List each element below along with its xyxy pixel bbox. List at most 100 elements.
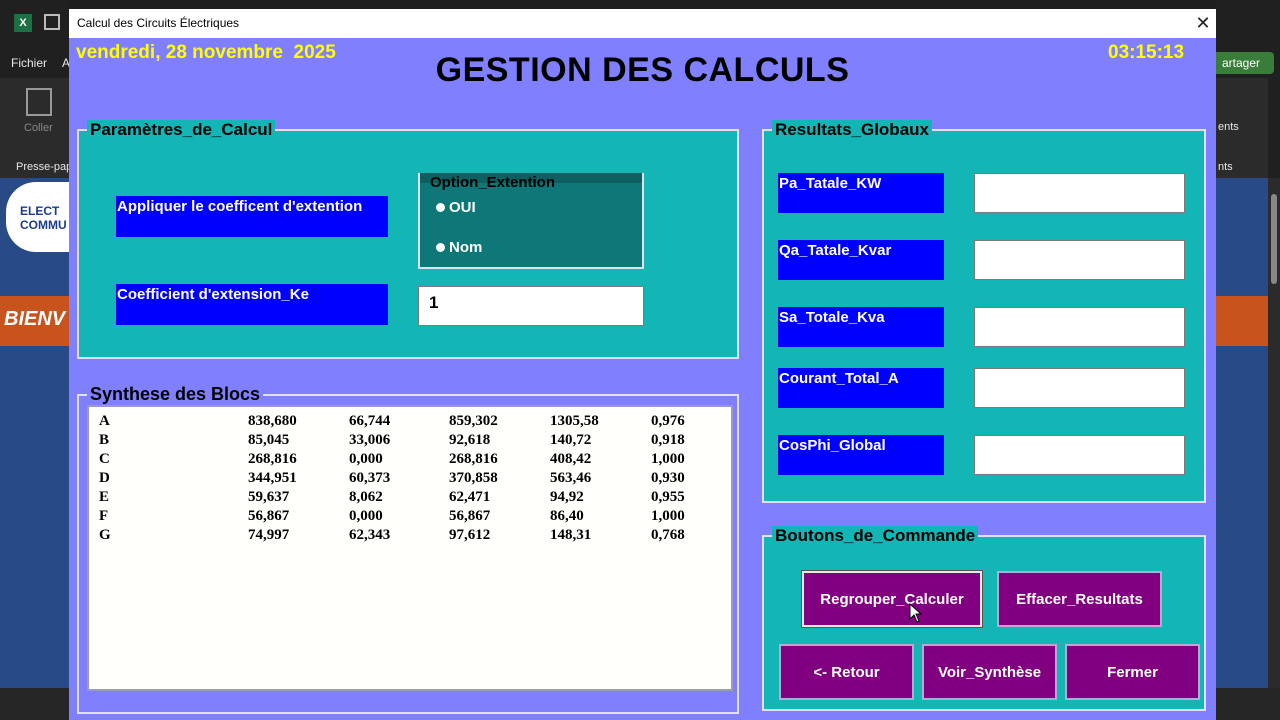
result-label: Sa_Totale_Kva bbox=[778, 307, 944, 347]
logo-text-2: COMMU bbox=[20, 218, 67, 232]
paste-icon[interactable] bbox=[26, 88, 52, 116]
boutons-frame-title: Boutons_de_Commande bbox=[772, 526, 979, 546]
radio-icon bbox=[436, 203, 445, 212]
bloc-value-cell: 0,000 bbox=[349, 508, 383, 524]
bloc-value-cell: 370,858 bbox=[449, 470, 498, 486]
bloc-name-cell: A bbox=[99, 413, 110, 429]
synthese-listbox[interactable]: A 838,680 66,744 859,302 1305,58 0,976 B 85,045… bbox=[87, 405, 733, 691]
excel-app-icon: X bbox=[14, 14, 32, 32]
bloc-value-cell: 148,31 bbox=[550, 527, 592, 543]
bloc-value-cell: 56,867 bbox=[449, 508, 491, 524]
bloc-value-cell: 859,302 bbox=[449, 413, 498, 429]
excel-banner: BIENV bbox=[0, 296, 69, 346]
retour-button[interactable]: <- Retour bbox=[779, 644, 914, 700]
synthese-row[interactable]: B 85,045 33,006 92,618 140,72 0,918 bbox=[89, 432, 729, 451]
synthese-row[interactable]: A 838,680 66,744 859,302 1305,58 0,976 bbox=[89, 413, 729, 432]
bloc-value-cell: 86,40 bbox=[550, 508, 584, 524]
synthese-row[interactable]: E 59,637 8,062 62,471 94,92 0,955 bbox=[89, 489, 729, 508]
regrouper-calculer-button[interactable]: Regrouper_Calculer bbox=[802, 571, 982, 627]
page-title: GESTION DES CALCULS bbox=[435, 51, 850, 89]
bloc-value-cell: 344,951 bbox=[248, 470, 297, 486]
clipboard-group-label: Presse-pap bbox=[16, 161, 73, 173]
synthese-row[interactable]: G 74,997 62,343 97,612 148,31 0,768 bbox=[89, 527, 729, 546]
result-value-field[interactable] bbox=[974, 173, 1185, 213]
bloc-value-cell: 268,816 bbox=[449, 451, 498, 467]
ribbon-right-label-1: ents bbox=[1218, 121, 1239, 133]
coef-input[interactable]: 1 bbox=[418, 286, 644, 326]
mouse-cursor-icon bbox=[909, 603, 923, 623]
bloc-value-cell: 85,045 bbox=[248, 432, 290, 448]
boutons-frame: Boutons_de_Commande Regrouper_Calculer E… bbox=[762, 526, 1206, 711]
bloc-value-cell: 0,768 bbox=[651, 527, 685, 543]
bloc-value-cell: 268,816 bbox=[248, 451, 297, 467]
bloc-value-cell: 1,000 bbox=[651, 451, 685, 467]
result-value-field[interactable] bbox=[974, 307, 1185, 347]
bloc-name-cell: G bbox=[99, 527, 111, 543]
bloc-value-cell: 1305,58 bbox=[550, 413, 599, 429]
fermer-button[interactable]: Fermer bbox=[1065, 644, 1200, 700]
close-button[interactable]: ✕ bbox=[1191, 12, 1215, 34]
window-title: Calcul des Circuits Électriques bbox=[77, 16, 240, 30]
menu-fichier[interactable]: Fichier bbox=[11, 56, 47, 70]
resultats-frame-title: Resultats_Globaux bbox=[772, 120, 932, 140]
bloc-value-cell: 66,744 bbox=[349, 413, 391, 429]
bloc-name-cell: D bbox=[99, 470, 110, 486]
option-nom-radio[interactable]: Nom bbox=[436, 239, 482, 256]
bloc-value-cell: 33,006 bbox=[349, 432, 391, 448]
bloc-value-cell: 74,997 bbox=[248, 527, 290, 543]
logo-text-1: ELECT bbox=[20, 204, 60, 218]
result-label: Qa_Tatale_Kvar bbox=[778, 240, 944, 280]
result-label: Courant_Total_A bbox=[778, 368, 944, 408]
share-button[interactable]: artager bbox=[1208, 52, 1274, 74]
bloc-value-cell: 838,680 bbox=[248, 413, 297, 429]
synthese-row[interactable]: D 344,951 60,373 370,858 563,46 0,930 bbox=[89, 470, 729, 489]
parametres-frame: Paramètres_de_Calcul Appliquer le coeffi… bbox=[77, 120, 739, 359]
bloc-name-cell: E bbox=[99, 489, 110, 505]
excel-vertical-scrollbar[interactable] bbox=[1268, 178, 1280, 688]
bloc-name-cell: B bbox=[99, 432, 110, 448]
banner-text: BIENV bbox=[4, 308, 66, 330]
result-value-field[interactable] bbox=[974, 435, 1185, 475]
bloc-value-cell: 8,062 bbox=[349, 489, 383, 505]
bloc-value-cell: 408,42 bbox=[550, 451, 592, 467]
dialog-titlebar[interactable]: Calcul des Circuits Électriques ✕ bbox=[69, 9, 1216, 38]
bloc-value-cell: 94,92 bbox=[550, 489, 584, 505]
result-label: CosPhi_Global bbox=[778, 435, 944, 475]
bloc-value-cell: 563,46 bbox=[550, 470, 592, 486]
excel-sheet-area bbox=[0, 178, 69, 688]
bloc-value-cell: 59,637 bbox=[248, 489, 290, 505]
close-icon: ✕ bbox=[1195, 13, 1211, 33]
voir-synthese-button[interactable]: Voir_Synthèse bbox=[922, 644, 1057, 700]
bloc-value-cell: 92,618 bbox=[449, 432, 491, 448]
synthese-frame-title: Synthese des Blocs bbox=[87, 384, 264, 405]
bloc-value-cell: 0,955 bbox=[651, 489, 685, 505]
synthese-row[interactable]: F 56,867 0,000 56,867 86,40 1,000 bbox=[89, 508, 729, 527]
option-extension-group: Option_Extention OUI Nom bbox=[418, 173, 644, 269]
result-value-field[interactable] bbox=[974, 240, 1185, 280]
save-icon[interactable] bbox=[44, 14, 60, 30]
bloc-value-cell: 0,976 bbox=[651, 413, 685, 429]
bloc-value-cell: 0,930 bbox=[651, 470, 685, 486]
bloc-value-cell: 62,343 bbox=[349, 527, 391, 543]
result-value-field[interactable] bbox=[974, 368, 1185, 408]
bloc-value-cell: 97,612 bbox=[449, 527, 491, 543]
calc-dialog: Calcul des Circuits Électriques ✕ vendre… bbox=[69, 9, 1216, 720]
resultats-frame: Resultats_Globaux Pa_Tatale_KW Qa_Tatale_… bbox=[762, 120, 1206, 503]
excel-banner-right bbox=[1216, 296, 1268, 346]
bloc-value-cell: 62,471 bbox=[449, 489, 491, 505]
effacer-resultats-button[interactable]: Effacer_Resultats bbox=[997, 571, 1162, 627]
paste-label: Coller bbox=[24, 122, 53, 134]
bloc-name-cell: F bbox=[99, 508, 109, 524]
option-extension-title: Option_Extention bbox=[430, 174, 555, 191]
bloc-value-cell: 140,72 bbox=[550, 432, 592, 448]
company-logo: ELECT COMMU bbox=[6, 182, 69, 252]
radio-icon bbox=[436, 243, 445, 252]
bloc-name-cell: C bbox=[99, 451, 110, 467]
option-oui-label: OUI bbox=[449, 199, 476, 216]
bloc-value-cell: 0,918 bbox=[651, 432, 685, 448]
apply-coef-label: Appliquer le coefficent d'extention bbox=[116, 196, 388, 237]
result-label: Pa_Tatale_KW bbox=[778, 173, 944, 213]
bloc-value-cell: 60,373 bbox=[349, 470, 391, 486]
synthese-row[interactable]: C 268,816 0,000 268,816 408,42 1,000 bbox=[89, 451, 729, 470]
option-oui-radio[interactable]: OUI bbox=[436, 199, 476, 216]
